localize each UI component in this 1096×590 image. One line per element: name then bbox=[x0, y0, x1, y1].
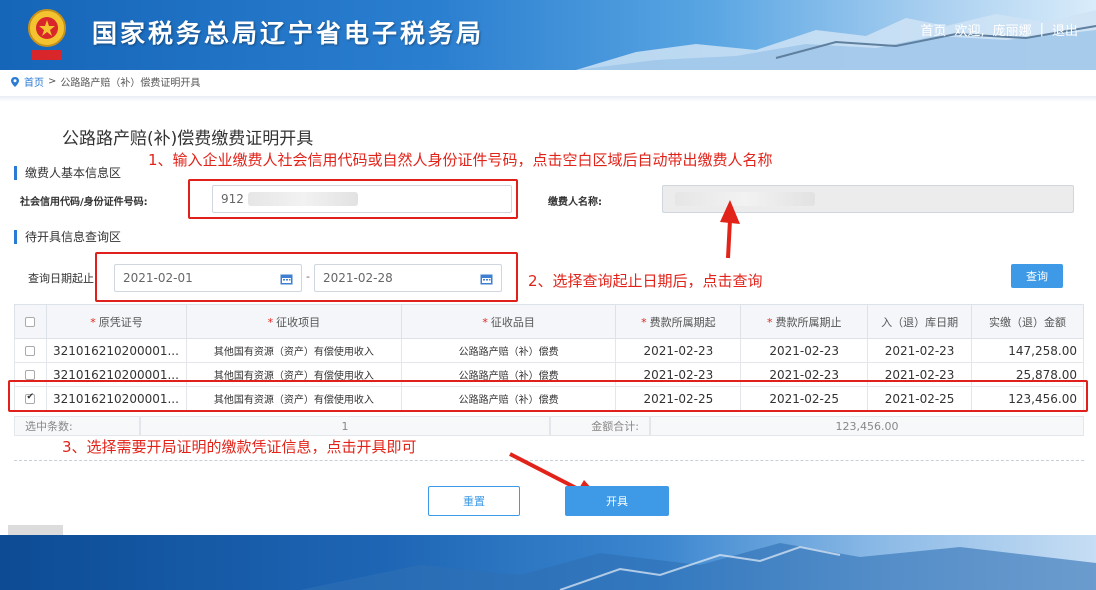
header-sub-item: * 征收品目 bbox=[400, 304, 617, 339]
nav-separator: | bbox=[1039, 22, 1044, 37]
cell-date: 2021-02-23 bbox=[867, 338, 973, 363]
breadcrumb-separator: > bbox=[48, 76, 57, 87]
selected-count-label: 选中条数: bbox=[14, 416, 140, 436]
site-header: 国家税务总局辽宁省电子税务局 首页 欢迎, 庞丽娜 | 退出 bbox=[0, 0, 1096, 70]
header-amount: 实缴（退）金额 bbox=[971, 304, 1084, 339]
section-marker bbox=[14, 229, 17, 244]
cell-voucher: 321016210200001... bbox=[45, 338, 187, 363]
header-divider bbox=[0, 96, 1096, 102]
highlight-date-box bbox=[95, 252, 518, 302]
table-header-row: * 原凭证号 * 征收项目 * 征收品目 * 费款所属期起 * 费款所属期止 入（退）库日… bbox=[14, 304, 1084, 339]
header-item: * 征收项目 bbox=[185, 304, 402, 339]
payer-name-label: 缴费人名称: bbox=[548, 197, 602, 208]
site-footer bbox=[0, 535, 1096, 590]
summary-bar: 选中条数: 1 金额合计: 123,456.00 bbox=[14, 416, 1084, 436]
total-amount-label: 金额合计: bbox=[550, 416, 650, 436]
reset-button[interactable]: 重置 bbox=[428, 486, 520, 516]
cell-period-start: 2021-02-23 bbox=[615, 338, 742, 363]
breadcrumb-current: 公路路产赔（补）偿费证明开具 bbox=[60, 78, 201, 89]
section-payer-info-title: 缴费人基本信息区 bbox=[25, 166, 122, 180]
table-row[interactable]: 321016210200001... 其他国有资源（资产）有偿使用收入 公路路产… bbox=[14, 338, 1084, 363]
date-range-label: 查询日期起止: bbox=[28, 272, 98, 285]
header-date: 入（退）库日期 bbox=[867, 304, 973, 339]
annotation-step-2: 2、选择查询起止日期后，点击查询 bbox=[528, 272, 763, 290]
scrollbar-stub[interactable] bbox=[8, 525, 63, 535]
page-title: 公路路产赔(补)偿费缴费证明开具 bbox=[62, 129, 314, 149]
section-marker bbox=[14, 165, 17, 180]
annotation-arrow-up-icon bbox=[720, 200, 740, 259]
row-checkbox[interactable] bbox=[25, 370, 36, 380]
header-period-end: * 费款所属期止 bbox=[740, 304, 869, 339]
section-query-info-title: 待开具信息查询区 bbox=[25, 230, 122, 244]
select-all-checkbox[interactable] bbox=[25, 317, 36, 327]
header-voucher: * 原凭证号 bbox=[45, 304, 187, 339]
total-amount-value: 123,456.00 bbox=[650, 416, 1084, 436]
row-checkbox[interactable] bbox=[25, 346, 36, 356]
annotation-step-1: 1、输入企业缴费人社会信用代码或自然人身份证件号码，点击空白区域后自动带出缴费人… bbox=[148, 151, 773, 169]
nav-welcome-text: 欢迎, bbox=[954, 24, 985, 39]
highlight-id-box bbox=[188, 179, 518, 219]
top-nav: 首页 欢迎, 庞丽娜 | 退出 bbox=[920, 20, 1078, 39]
header-period-start: * 费款所属期起 bbox=[615, 304, 742, 339]
tax-emblem-icon bbox=[28, 9, 66, 60]
breadcrumb-home-link[interactable]: 首页 bbox=[24, 74, 44, 89]
nav-username: 庞丽娜 bbox=[992, 24, 1032, 39]
cell-item: 其他国有资源（资产）有偿使用收入 bbox=[185, 338, 402, 363]
highlight-selected-row-box bbox=[8, 380, 1088, 412]
query-button[interactable]: 查询 bbox=[1011, 264, 1063, 288]
site-title: 国家税务总局辽宁省电子税务局 bbox=[92, 19, 485, 48]
section-payer-info: 缴费人基本信息区 bbox=[14, 164, 121, 181]
annotation-step-3: 3、选择需要开局证明的缴款凭证信息，点击开具即可 bbox=[62, 438, 417, 456]
open-certificate-button[interactable]: 开具 bbox=[565, 486, 669, 516]
selected-count-value: 1 bbox=[140, 416, 550, 436]
great-wall-footer-image bbox=[300, 543, 1096, 590]
header-select-all[interactable] bbox=[14, 304, 47, 339]
cell-period-end: 2021-02-23 bbox=[740, 338, 869, 363]
cell-amount: 147,258.00 bbox=[971, 338, 1084, 363]
cell-sub-item: 公路路产赔（补）偿费 bbox=[400, 338, 617, 363]
section-query-info: 待开具信息查询区 bbox=[14, 228, 121, 245]
nav-home-link[interactable]: 首页 bbox=[920, 20, 946, 39]
nav-logout-link[interactable]: 退出 bbox=[1052, 20, 1078, 39]
location-pin-icon bbox=[11, 76, 19, 87]
id-number-label: 社会信用代码/身份证件号码: bbox=[20, 197, 148, 208]
redacted-name-block bbox=[675, 192, 815, 206]
breadcrumb: 首页 > 公路路产赔（补）偿费证明开具 bbox=[10, 74, 200, 89]
